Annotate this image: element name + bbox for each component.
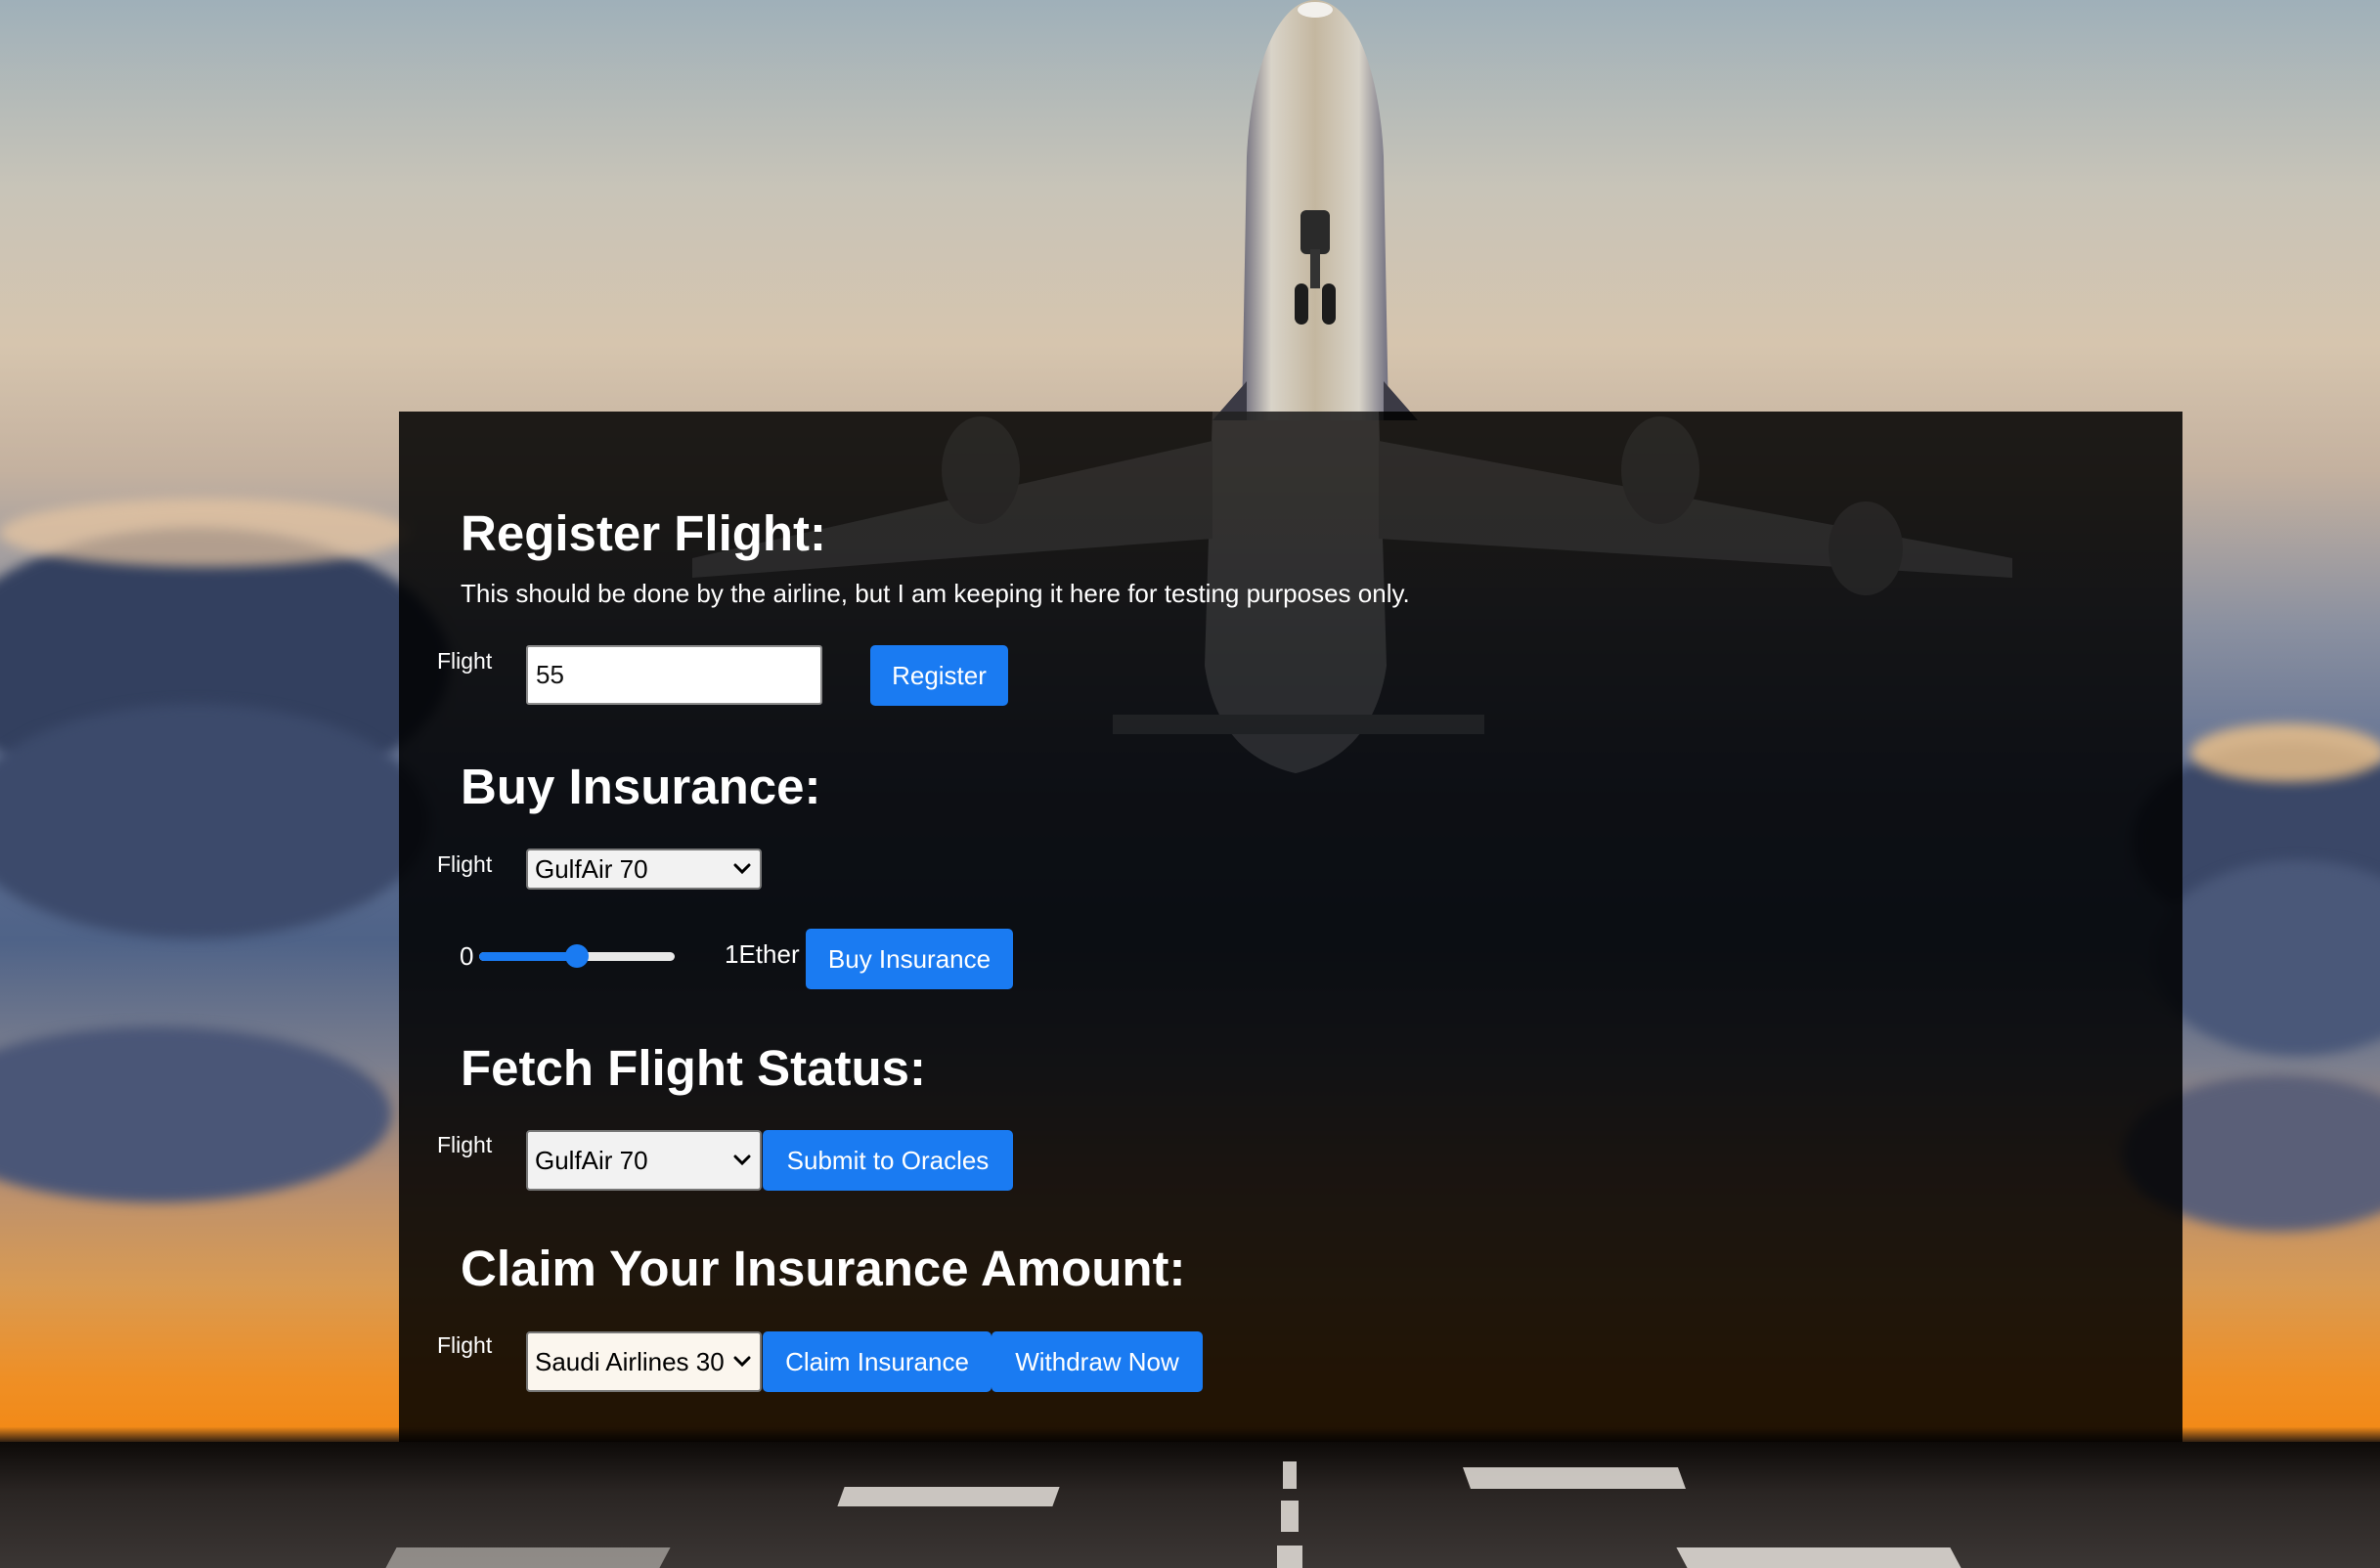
cloud (2190, 723, 2380, 782)
runway-marking (837, 1487, 1060, 1506)
claim-insurance-button[interactable]: Claim Insurance (763, 1331, 992, 1392)
chevron-down-icon (733, 863, 751, 875)
runway-marking (1283, 1461, 1297, 1489)
buy-flight-select[interactable]: GulfAir 70 (526, 849, 762, 890)
fetch-status-title: Fetch Flight Status: (461, 1040, 926, 1096)
chevron-down-icon (733, 1356, 751, 1368)
runway-marking (1277, 1546, 1302, 1568)
runway (0, 1442, 2380, 1568)
airplane-image (1212, 0, 1418, 420)
withdraw-now-button[interactable]: Withdraw Now (992, 1331, 1203, 1392)
chevron-down-icon (733, 1154, 751, 1166)
register-note: This should be done by the airline, but … (461, 579, 1410, 608)
claim-flight-select[interactable]: Saudi Airlines 30 (526, 1331, 762, 1392)
claim-flight-select-value: Saudi Airlines 30 (535, 1346, 725, 1376)
register-button[interactable]: Register (870, 645, 1008, 706)
claim-insurance-title: Claim Your Insurance Amount: (461, 1241, 1186, 1296)
slider-thumb[interactable] (565, 944, 589, 968)
runway-marking (385, 1547, 671, 1568)
range-max-label: 1Ether (725, 939, 800, 969)
status-flight-select[interactable]: GulfAir 70 (526, 1130, 762, 1191)
register-flight-input[interactable] (526, 645, 822, 705)
slider-fill (479, 952, 577, 961)
submit-to-oracles-button[interactable]: Submit to Oracles (763, 1130, 1013, 1191)
runway-marking (1462, 1467, 1687, 1489)
main-panel: Register Flight: This should be done by … (399, 412, 2182, 1442)
claim-flight-label: Flight (437, 1332, 493, 1358)
register-flight-label: Flight (437, 648, 493, 674)
buy-insurance-button[interactable]: Buy Insurance (806, 929, 1013, 989)
runway-marking (1676, 1547, 1961, 1568)
buy-flight-label: Flight (437, 851, 493, 877)
register-flight-title: Register Flight: (461, 505, 827, 561)
status-flight-select-value: GulfAir 70 (535, 1145, 648, 1175)
runway-marking (1281, 1501, 1299, 1532)
range-min-label: 0 (460, 941, 474, 971)
cloud (0, 499, 411, 567)
status-flight-label: Flight (437, 1132, 493, 1157)
buy-insurance-title: Buy Insurance: (461, 759, 821, 814)
insurance-amount-slider[interactable] (479, 941, 675, 971)
buy-flight-select-value: GulfAir 70 (535, 853, 648, 884)
